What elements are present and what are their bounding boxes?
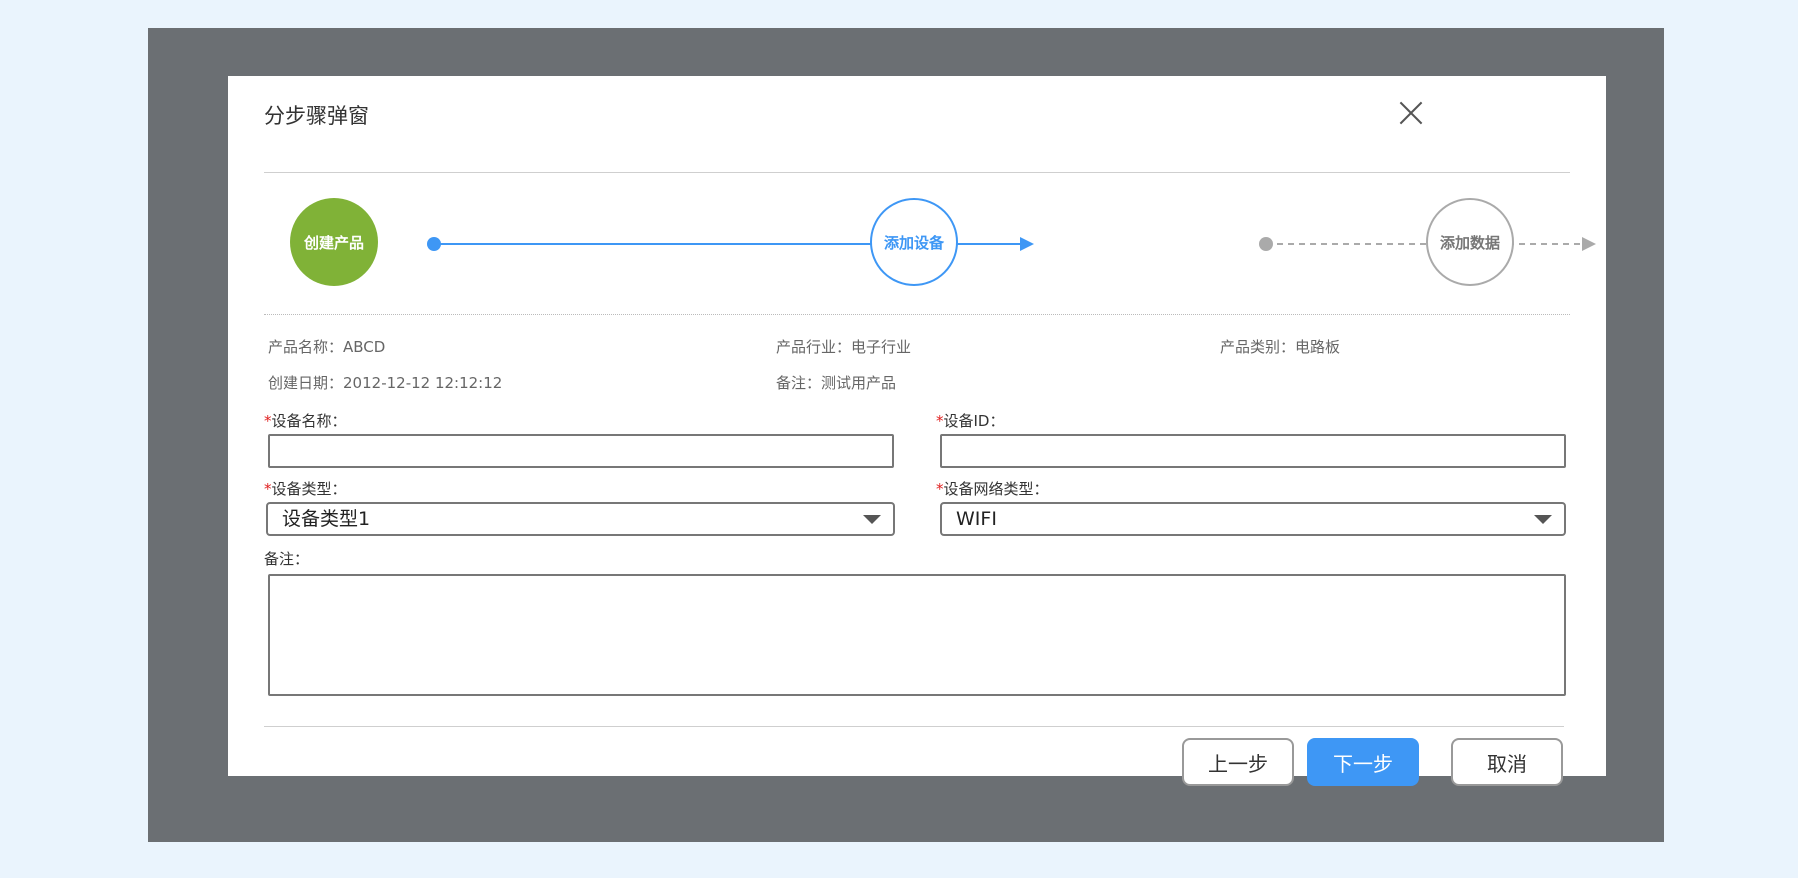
network-type-select[interactable]: WIFI [940, 502, 1566, 536]
next-step-button[interactable]: 下一步 [1307, 738, 1419, 786]
arrow-right-icon [1582, 237, 1596, 251]
chevron-down-icon [863, 515, 881, 524]
info-product-name: 产品名称：ABCD [268, 338, 386, 356]
device-id-label: *设备ID： [936, 412, 1005, 430]
info-divider [264, 314, 1570, 315]
remark-textarea[interactable] [268, 574, 1566, 696]
footer-divider [264, 726, 1564, 727]
device-type-select[interactable]: 设备类型1 [266, 502, 895, 536]
step-dialog: 分步骤弹窗 创建产品 添加设备 添加数据 产品名称：ABCD 产品行业：电子行业 [228, 76, 1606, 786]
chevron-down-icon [1534, 515, 1552, 524]
network-type-value: WIFI [956, 508, 997, 530]
cancel-button[interactable]: 取消 [1451, 738, 1563, 786]
info-industry: 产品行业：电子行业 [776, 338, 912, 356]
step-add-data: 添加数据 [1426, 198, 1514, 286]
device-name-input[interactable] [268, 434, 894, 468]
step-label: 添加数据 [1439, 233, 1500, 252]
device-type-label: *设备类型： [264, 480, 347, 498]
info-category: 产品类别：电路板 [1220, 338, 1341, 356]
info-remark: 备注：测试用产品 [776, 374, 897, 392]
prev-step-button[interactable]: 上一步 [1182, 738, 1294, 786]
remark-label: 备注： [264, 550, 310, 568]
device-id-input[interactable] [940, 434, 1566, 468]
network-type-label: *设备网络类型： [936, 480, 1049, 498]
arrow-right-icon [1020, 237, 1034, 251]
modal-backdrop: 分步骤弹窗 创建产品 添加设备 添加数据 产品名称：ABCD 产品行业：电子行业 [148, 28, 1664, 842]
device-type-value: 设备类型1 [282, 508, 371, 530]
step-label: 添加设备 [883, 233, 944, 252]
device-name-label: *设备名称： [264, 412, 347, 430]
info-created-date: 创建日期：2012-12-12 12:12:12 [268, 374, 503, 392]
step-add-device: 添加设备 [870, 198, 958, 286]
